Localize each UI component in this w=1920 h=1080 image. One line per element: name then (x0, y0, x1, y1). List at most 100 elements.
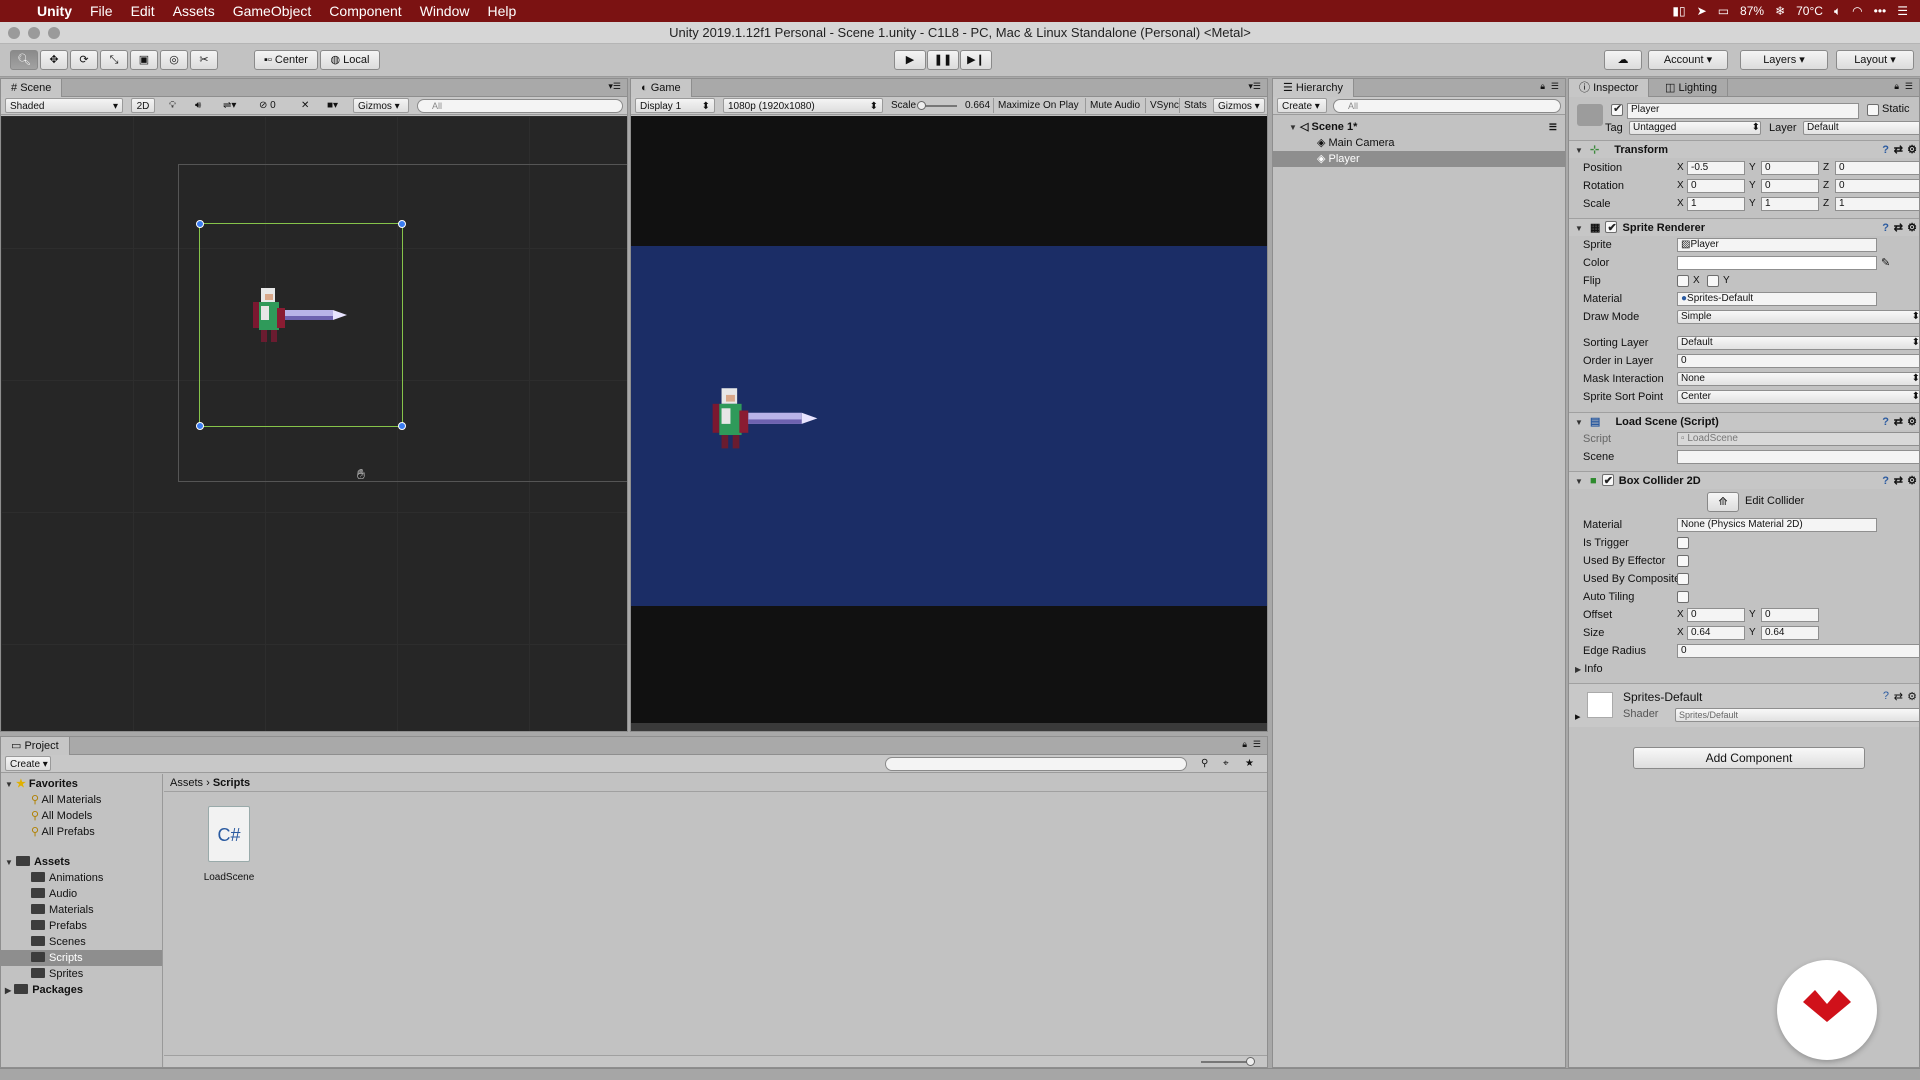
hierarchy-item-main-camera[interactable]: ◈ Main Camera (1273, 135, 1565, 151)
mask-interaction-dropdown[interactable]: None⬍ (1677, 372, 1919, 386)
menu-file[interactable]: File (81, 0, 122, 22)
scale-slider-thumb[interactable] (917, 101, 926, 110)
static-checkbox[interactable] (1867, 104, 1879, 116)
preset-icon[interactable]: ⇄ (1894, 413, 1903, 431)
preset-icon[interactable]: ⇄ (1894, 219, 1903, 237)
display-dropdown[interactable]: Display 1 ⬍ (635, 98, 715, 113)
tab-scene[interactable]: # Scene (1, 79, 63, 97)
info-foldout[interactable]: ▶ Info (1575, 661, 1919, 677)
window-minimize-button[interactable] (28, 27, 40, 39)
hand-tool-icon[interactable]: 🔍︎ (10, 50, 38, 70)
box-collider-header[interactable]: ▼ ■ Box Collider 2D ? ⇄ ⚙ (1569, 471, 1919, 490)
settings-gear-icon[interactable]: ⚙ (1907, 690, 1917, 703)
size-x-field[interactable]: 0.64 (1687, 626, 1745, 640)
object-name-input[interactable]: Player (1627, 103, 1859, 119)
preset-icon[interactable]: ⇄ (1894, 472, 1903, 490)
scale-y-field[interactable]: 1 (1761, 197, 1819, 211)
folder-item[interactable]: Scenes (1, 934, 162, 950)
list-icon[interactable]: ☰ (1897, 4, 1908, 18)
pause-button[interactable]: ❚❚ (927, 50, 959, 70)
tab-inspector[interactable]: ⓘ Inspector (1569, 79, 1650, 97)
sprite-field[interactable]: ▨Player (1677, 238, 1877, 252)
game-viewport[interactable] (631, 116, 1267, 723)
folder-item[interactable]: Audio (1, 886, 162, 902)
filter-label-icon[interactable]: ⌖ (1219, 756, 1233, 771)
game-gizmos-dropdown[interactable]: Gizmos ▾ (1213, 98, 1265, 113)
window-close-button[interactable] (8, 27, 20, 39)
fold-arrow-icon[interactable]: ▼ (1569, 146, 1583, 155)
collapse-arrow-icon[interactable]: ▼ (5, 858, 13, 867)
expand-arrow-icon[interactable]: ▶ (5, 986, 11, 995)
used-by-effector-checkbox[interactable] (1677, 555, 1689, 567)
shading-mode-dropdown[interactable]: Shaded ▾ (5, 98, 123, 113)
add-component-button[interactable]: Add Component (1633, 747, 1865, 769)
resolution-dropdown[interactable]: 1080p (1920x1080) ⬍ (723, 98, 883, 113)
auto-tiling-checkbox[interactable] (1677, 591, 1689, 603)
rotation-x-field[interactable]: 0 (1687, 179, 1745, 193)
more-icon[interactable]: ••• (1874, 4, 1887, 18)
collider-material-field[interactable]: None (Physics Material 2D) (1677, 518, 1877, 532)
transform-header[interactable]: ▼ ⊹ Transform ? ⇄ ⚙ (1569, 140, 1919, 158)
panel-menu-icon[interactable]: ☰ (1905, 81, 1913, 92)
panel-menu-icon[interactable]: ☰ (1253, 739, 1261, 750)
pivot-local-button[interactable]: ◍ Local (320, 50, 380, 70)
scene-menu-icon[interactable]: ☰ (1549, 119, 1557, 135)
material-field[interactable]: ●Sprites-Default (1677, 292, 1877, 306)
scene-root-item[interactable]: ▼ ◁ Scene 1* ☰ (1273, 119, 1565, 135)
hidden-objects-icon[interactable]: ⊘ 0 (255, 98, 280, 113)
tab-project[interactable]: ▭ Project (1, 737, 70, 755)
temperature-icon[interactable]: ❄ (1775, 4, 1785, 18)
wifi-icon[interactable]: ◠ (1852, 4, 1862, 18)
scale-slider[interactable] (917, 101, 957, 110)
scene-search-input[interactable]: All (417, 99, 623, 113)
transform-tool-icon[interactable]: ◎ (160, 50, 188, 70)
layout-dropdown[interactable]: Layout ▾ (1836, 50, 1914, 70)
window-zoom-button[interactable] (48, 27, 60, 39)
folder-item[interactable]: Materials (1, 902, 162, 918)
help-icon[interactable]: ? (1882, 141, 1889, 159)
audio-toggle-icon[interactable]: 🔊︎ (191, 98, 205, 113)
menu-window[interactable]: Window (411, 0, 479, 22)
menu-gameobject[interactable]: GameObject (224, 0, 321, 22)
mute-audio-toggle[interactable]: Mute Audio (1085, 98, 1144, 113)
scale-tool-icon[interactable]: ⤡ (100, 50, 128, 70)
favorites-node[interactable]: ▼ ★ Favorites (1, 776, 162, 792)
layer-dropdown[interactable]: Default (1803, 121, 1919, 135)
panel-menu-icon[interactable]: ☰ (1551, 81, 1559, 92)
pivot-center-button[interactable]: ▪▫ Center (254, 50, 318, 70)
sprite-sort-point-dropdown[interactable]: Center⬍ (1677, 390, 1919, 404)
menu-component[interactable]: Component (320, 0, 410, 22)
position-y-field[interactable]: 0 (1761, 161, 1819, 175)
settings-gear-icon[interactable]: ⚙ (1907, 219, 1917, 237)
rotation-z-field[interactable]: 0 (1835, 179, 1919, 193)
help-icon[interactable]: ? (1883, 690, 1889, 702)
selection-handle[interactable] (398, 422, 406, 430)
settings-gear-icon[interactable]: ⚙ (1907, 472, 1917, 490)
panel-menu-icon[interactable]: ▾☰ (608, 81, 621, 92)
used-by-composite-checkbox[interactable] (1677, 573, 1689, 585)
favorite-star-icon[interactable]: ★ (1241, 756, 1258, 771)
tab-game[interactable]: ◐ Game (631, 79, 692, 97)
fold-arrow-icon[interactable]: ▼ (1569, 224, 1583, 233)
sprite-renderer-enabled-checkbox[interactable] (1605, 219, 1618, 237)
box-collider-enabled-checkbox[interactable] (1601, 472, 1614, 490)
move-tool-icon[interactable]: ✥ (40, 50, 68, 70)
grid-tools-icon[interactable]: ✕ (297, 98, 313, 113)
layers-dropdown[interactable]: Layers ▾ (1740, 50, 1828, 70)
rotation-y-field[interactable]: 0 (1761, 179, 1819, 193)
help-icon[interactable]: ? (1882, 413, 1889, 431)
project-create-dropdown[interactable]: Create ▾ (5, 756, 51, 771)
active-checkbox[interactable] (1611, 102, 1623, 116)
scene-gizmos-dropdown[interactable]: Gizmos ▾ (353, 98, 409, 113)
effects-toggle-icon[interactable]: ⇌▾ (219, 98, 240, 113)
lock-icon[interactable]: 🔒︎ (1242, 739, 1247, 750)
lock-icon[interactable]: 🔒︎ (1540, 81, 1545, 92)
preset-icon[interactable]: ⇄ (1894, 141, 1903, 159)
menu-edit[interactable]: Edit (122, 0, 164, 22)
eyedropper-icon[interactable]: ✎ (1881, 255, 1890, 271)
player-sprite-scene[interactable] (247, 286, 353, 356)
selection-handle[interactable] (196, 220, 204, 228)
folder-item[interactable]: Animations (1, 870, 162, 886)
preset-icon[interactable]: ⇄ (1894, 690, 1903, 703)
collapse-arrow-icon[interactable]: ▼ (1289, 123, 1297, 132)
